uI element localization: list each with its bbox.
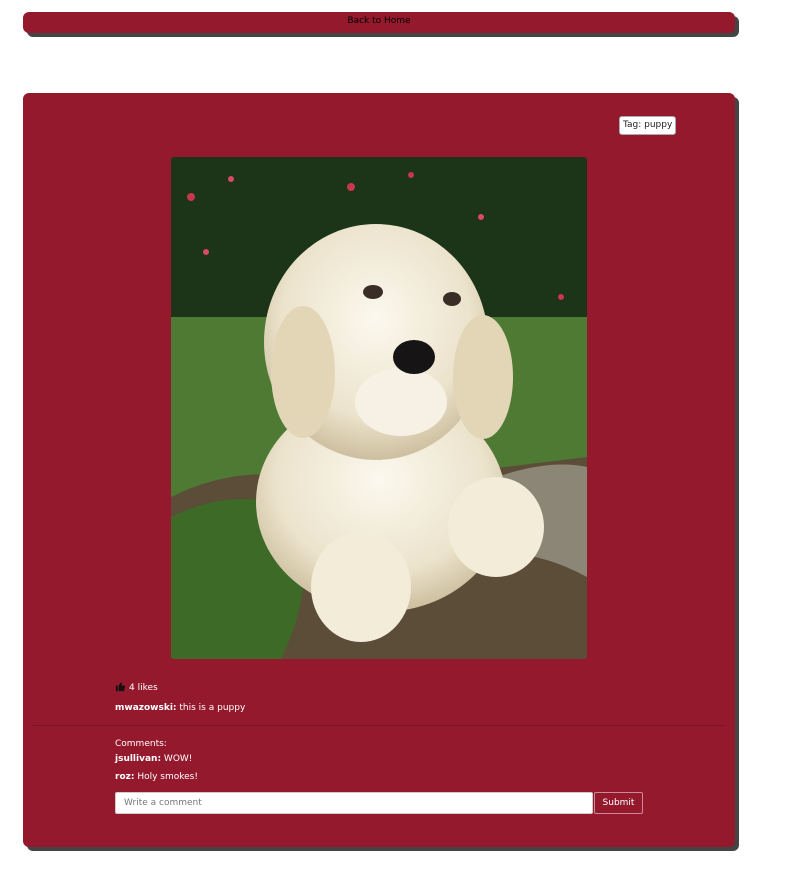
comment-text: Holy smokes! xyxy=(134,772,198,782)
post-card: Tag: puppy 4 likes mwazowski: this is a … xyxy=(23,93,735,847)
caption-text: this is a puppy xyxy=(176,703,246,713)
likes-label: 4 likes xyxy=(129,683,158,693)
comments-title: Comments: xyxy=(115,739,167,749)
comment-text: WOW! xyxy=(161,754,193,764)
comment-input[interactable] xyxy=(115,792,593,814)
comment-item: roz: Holy smokes! xyxy=(115,772,198,782)
back-to-home-button[interactable]: Back to Home xyxy=(23,12,735,33)
submit-comment-button[interactable]: Submit xyxy=(594,792,643,814)
divider xyxy=(33,725,725,726)
post-image xyxy=(171,157,587,659)
comment-item: jsullivan: WOW! xyxy=(115,754,192,764)
tag-badge[interactable]: Tag: puppy xyxy=(619,116,677,135)
comment-user: jsullivan: xyxy=(115,754,162,764)
post-caption: mwazowski: this is a puppy xyxy=(115,703,245,713)
caption-author: mwazowski: xyxy=(115,703,177,713)
thumbs-up-icon[interactable] xyxy=(115,681,126,695)
likes-count: 4 likes xyxy=(115,681,158,695)
comment-user: roz: xyxy=(115,772,135,782)
